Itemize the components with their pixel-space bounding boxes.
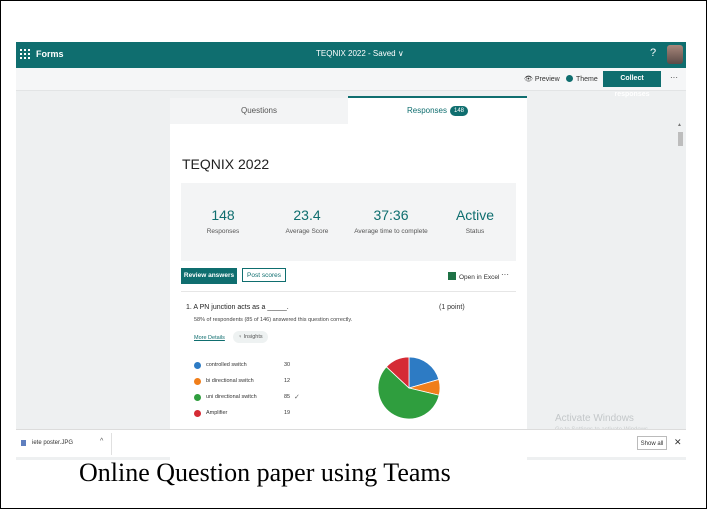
scrollbar-thumb[interactable]	[678, 132, 683, 146]
avatar[interactable]	[667, 45, 683, 64]
form-card: Questions Responses 148 TEQNIX 2022 148 R…	[170, 96, 527, 460]
waffle-icon[interactable]	[20, 49, 30, 59]
show-all-button[interactable]: Show all	[637, 436, 667, 450]
image-file-icon	[21, 440, 26, 446]
activate-windows-watermark: Activate Windows	[555, 413, 634, 424]
more-details-link[interactable]: More Details	[194, 335, 225, 341]
form-title: TEQNIX 2022	[182, 156, 270, 172]
stats-panel: 148 Responses 23.4 Average Score 37:36 A…	[181, 183, 516, 261]
tab-responses[interactable]: Responses 148	[348, 96, 527, 124]
close-icon[interactable]: ✕	[674, 437, 682, 448]
scroll-up-icon[interactable]: ▲	[677, 122, 682, 128]
command-bar: 👁 Preview Theme Collect responses ···	[16, 68, 686, 98]
download-file-name[interactable]: iete poster.JPG	[32, 440, 73, 446]
stat-average-score: 23.4 Average Score	[285, 207, 329, 235]
top-bar: Forms TEQNIX 2022 - Saved ∨ ?	[16, 42, 686, 68]
correct-check-icon: ✓	[294, 394, 300, 401]
theme-icon	[566, 75, 573, 82]
more-options-icon[interactable]: ···	[670, 73, 678, 82]
legend-dot	[194, 410, 201, 417]
more-options-icon[interactable]: ···	[501, 270, 509, 279]
eye-icon: 👁	[524, 76, 535, 83]
document-title[interactable]: TEQNIX 2022 - Saved ∨	[316, 49, 404, 58]
download-bar: iete poster.JPG ^ Show all ✕	[16, 429, 686, 457]
divider	[111, 433, 112, 455]
chevron-up-icon[interactable]: ^	[100, 438, 103, 445]
excel-icon	[448, 272, 456, 280]
stat-average-time: 37:36 Average time to complete	[354, 207, 428, 235]
question-text: 1. A PN junction acts as a _____.	[186, 304, 289, 311]
legend-dot	[194, 362, 201, 369]
divider	[181, 291, 516, 292]
open-in-excel-button[interactable]: Open in Excel	[448, 272, 499, 281]
figure-caption: Online Question paper using Teams	[79, 458, 451, 487]
post-scores-button[interactable]: Post scores	[242, 268, 286, 282]
scrollbar[interactable]	[674, 120, 684, 430]
help-icon[interactable]: ?	[650, 47, 656, 59]
legend-dot	[194, 394, 201, 401]
responses-count-badge: 148	[450, 106, 469, 116]
legend-dot	[194, 378, 201, 385]
preview-button[interactable]: 👁 Preview	[524, 75, 560, 83]
pie-chart	[378, 356, 441, 420]
insights-button[interactable]: ♀ Insights	[233, 331, 268, 343]
theme-button[interactable]: Theme	[566, 75, 598, 83]
stat-status: Active Status	[455, 207, 495, 235]
question-summary: 58% of respondents (85 of 146) answered …	[194, 317, 353, 323]
question-points: (1 point)	[439, 304, 465, 311]
review-answers-button[interactable]: Review answers	[181, 268, 237, 284]
forms-screenshot: Forms TEQNIX 2022 - Saved ∨ ? 👁 Preview …	[16, 42, 686, 460]
tab-questions[interactable]: Questions	[170, 98, 348, 124]
stat-responses: 148 Responses	[206, 207, 240, 235]
app-name[interactable]: Forms	[36, 49, 64, 59]
collect-responses-button[interactable]: Collect responses	[603, 71, 661, 98]
